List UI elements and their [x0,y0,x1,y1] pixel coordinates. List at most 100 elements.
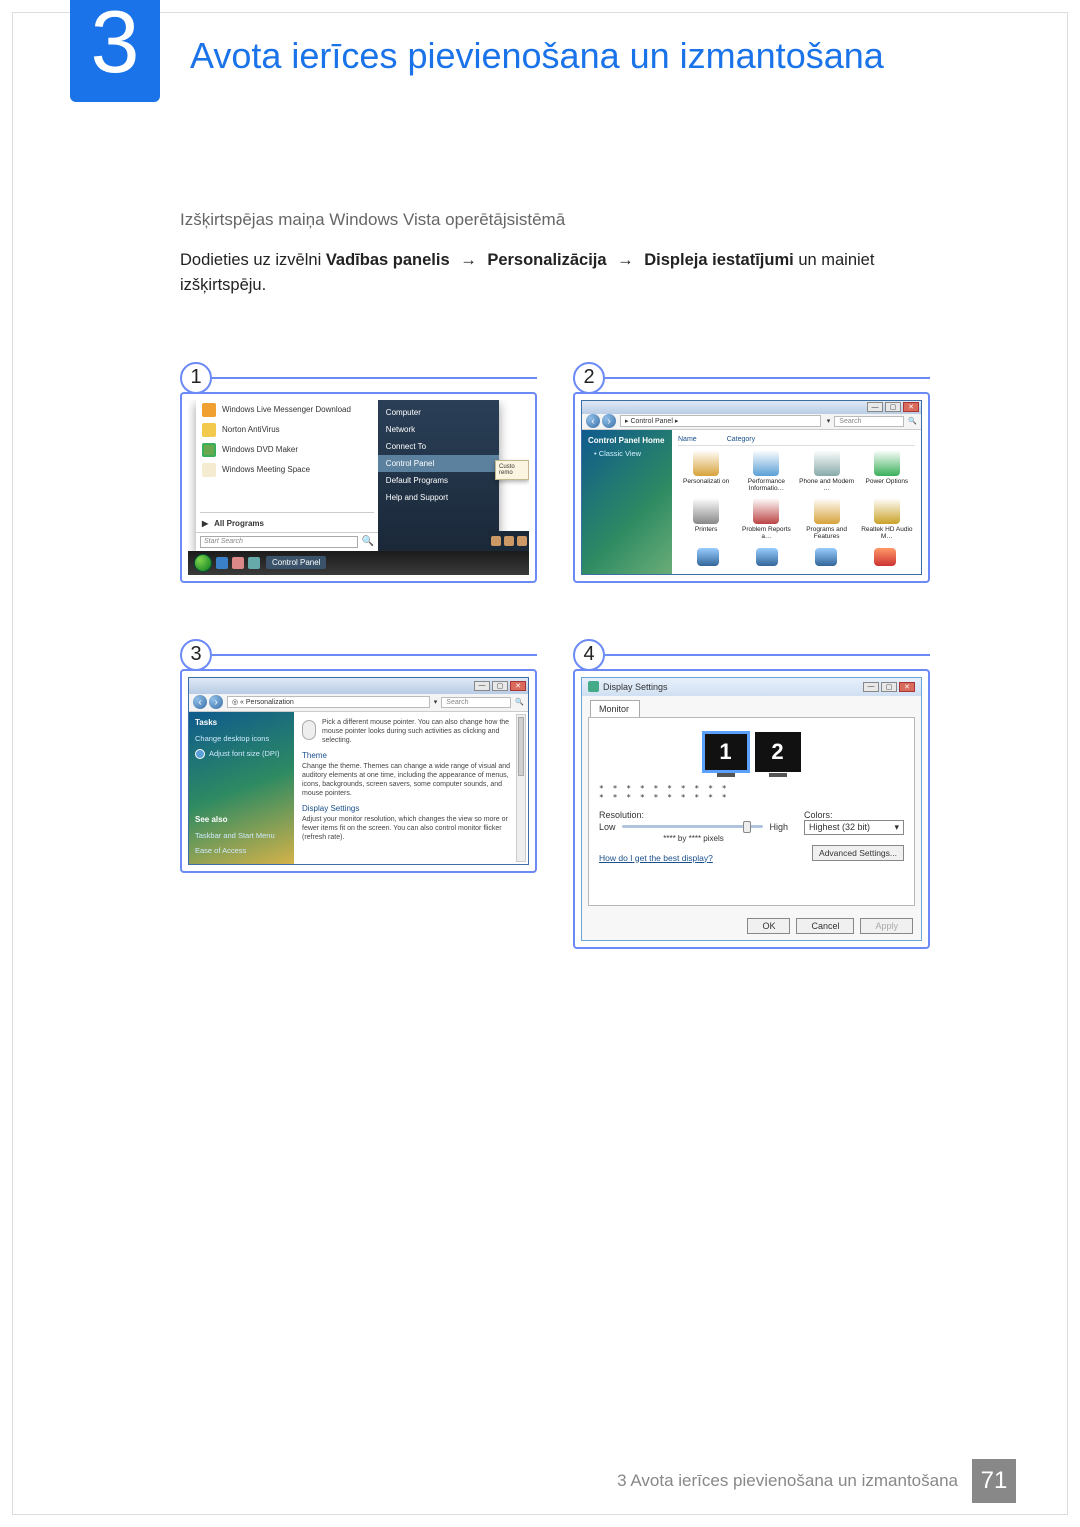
maximize-button[interactable]: ▢ [881,682,897,692]
monitor-1[interactable]: 1 [703,732,749,772]
sidebar-item[interactable]: • Classic View [594,449,666,458]
redacted-line: * * * * * * * * * * [599,784,904,793]
sidebar-link[interactable]: Adjust font size (DPI) [195,749,288,759]
sidebar-link[interactable]: Ease of Access [195,846,288,855]
figure-4: 4 Display Settings — ▢ ✕ Mo [573,639,930,949]
control-panel-item[interactable]: Personalizati on [678,450,734,492]
control-panel-item[interactable]: Phone and Modem … [799,450,855,492]
theme-link[interactable]: Theme [302,751,520,760]
close-button[interactable]: ✕ [899,682,915,692]
monitor-layout[interactable]: 1 2 [703,732,801,772]
monitor-2[interactable]: 2 [755,732,801,772]
nav-back-button[interactable]: ‹ [193,695,207,709]
colors-select[interactable]: Highest (32 bit)▾ [804,820,904,835]
chapter-number-badge: 3 [70,0,160,102]
maximize-button[interactable]: ▢ [885,402,901,412]
scrollbar-thumb[interactable] [518,717,524,775]
tasks-heading: Tasks [195,718,288,727]
slider-low-label: Low [599,822,616,832]
quick-launch-icon[interactable] [248,557,260,569]
start-right-item[interactable]: Network [378,421,499,438]
start-menu[interactable]: Windows Live Messenger Download Norton A… [196,400,499,551]
start-menu-item[interactable]: Windows DVD Maker [196,440,378,460]
advanced-settings-button[interactable]: Advanced Settings... [812,845,904,861]
cp-item-icon [753,498,779,524]
scrollbar[interactable] [516,714,526,862]
scroll-thumb-icon [697,548,719,566]
maximize-button[interactable]: ▢ [492,681,508,691]
quick-launch-icon[interactable] [216,557,228,569]
start-menu-item[interactable]: Windows Meeting Space [196,460,378,480]
minimize-button[interactable]: — [474,681,490,691]
cp-item-label: Performance Informatio… [738,478,794,492]
cp-item-label: Realtek HD Audio M… [859,526,915,540]
control-panel-item[interactable]: Performance Informatio… [738,450,794,492]
mouse-description: Pick a different mouse pointer. You can … [322,718,520,745]
personalization-window: — ▢ ✕ ‹ › ◎ « Personalization ▾ Search [188,677,529,865]
scroll-thumb-icon [815,548,837,566]
minimize-button[interactable]: — [867,402,883,412]
cancel-button[interactable]: Cancel [796,918,854,934]
address-bar[interactable]: ▸ Control Panel ▸ [620,415,821,427]
control-panel-item[interactable]: Power Options [859,450,915,492]
start-right-item[interactable]: Default Programs [378,472,499,489]
control-panel-item[interactable]: Programs and Features [799,498,855,540]
sidebar: Control Panel Home • Classic View [582,430,672,574]
cp-item-icon [814,450,840,476]
control-panel-item[interactable]: Problem Reports a… [738,498,794,540]
taskbar[interactable]: Control Panel [188,551,529,575]
apply-button[interactable]: Apply [860,918,913,934]
quick-launch-icon[interactable] [232,557,244,569]
start-button[interactable] [194,554,212,572]
search-input[interactable]: Search [441,697,511,708]
search-icon[interactable]: 🔍 [362,536,374,548]
cp-item-label: Printers [695,526,717,533]
taskbar-window-button[interactable]: Control Panel [266,556,326,569]
close-button[interactable]: ✕ [903,402,919,412]
start-power-row[interactable] [489,531,529,551]
slider-thumb[interactable] [743,821,751,833]
close-button[interactable]: ✕ [510,681,526,691]
resolution-slider[interactable]: Low High [599,822,788,832]
search-input[interactable]: Search [834,416,904,427]
sidebar-link[interactable]: Taskbar and Start Menu [195,831,288,840]
cp-item-label: Problem Reports a… [738,526,794,540]
start-right-item[interactable]: Connect To [378,438,499,455]
display-settings-link[interactable]: Display Settings [302,804,520,813]
figure-1: 1 Windows Live Messenger Download Norton… [180,362,537,583]
column-header[interactable]: Name [678,436,697,443]
control-panel-item[interactable]: Realtek HD Audio M… [859,498,915,540]
start-right-item[interactable]: Control Panel [378,455,499,472]
monitor-tab[interactable]: Monitor [590,700,640,717]
start-menu-item[interactable]: Norton AntiVirus [196,420,378,440]
personalization-main: Pick a different mouse pointer. You can … [294,712,528,864]
nav-back-button[interactable]: ‹ [586,414,600,428]
scroll-thumb-icon [874,548,896,566]
ok-button[interactable]: OK [747,918,790,934]
nav-forward-button[interactable]: › [209,695,223,709]
start-item-label: Windows Meeting Space [222,465,310,474]
shield-icon [195,749,205,759]
start-menu-item[interactable]: Windows Live Messenger Download [196,400,378,420]
start-right-item[interactable]: Computer [378,404,499,421]
nav-forward-button[interactable]: › [602,414,616,428]
redacted-line: * * * * * * * * * * [599,793,904,802]
all-programs-button[interactable]: ▶All Programs [196,515,378,532]
address-bar[interactable]: ◎ « Personalization [227,696,430,708]
cp-item-label: Phone and Modem … [799,478,855,492]
chapter-header: 3 Avota ierīces pievienošana un izmantoš… [0,0,1080,100]
cp-item-label: Power Options [866,478,909,485]
sidebar-title: Control Panel Home [588,436,666,445]
start-search-input[interactable]: Start Search [200,536,358,548]
tooltip-popup: Custoremo [495,460,529,480]
control-panel-item[interactable]: Printers [678,498,734,540]
start-right-item[interactable]: Help and Support [378,489,499,506]
cp-item-icon [693,498,719,524]
cp-item-icon [753,450,779,476]
chapter-title: Avota ierīces pievienošana un izmantošan… [190,35,884,77]
column-header[interactable]: Category [727,436,755,443]
minimize-button[interactable]: — [863,682,879,692]
sidebar-link[interactable]: Change desktop icons [195,734,288,743]
start-item-label: Norton AntiVirus [222,425,280,434]
tasks-sidebar: Tasks Change desktop icons Adjust font s… [189,712,294,864]
